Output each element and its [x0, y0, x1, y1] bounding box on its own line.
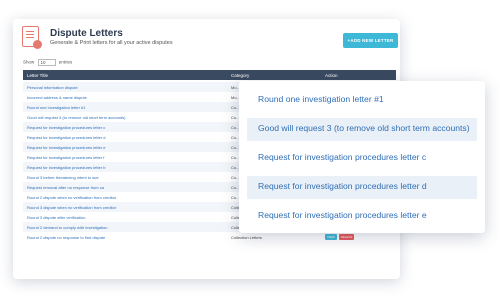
table-header: Letter Title Category Action	[23, 70, 396, 80]
show-entries-control: Show 10 entries	[23, 59, 72, 66]
letter-title-link[interactable]: Request removal after no response from c…	[27, 185, 104, 190]
document-icon	[22, 26, 42, 49]
column-header-title[interactable]: Letter Title	[27, 73, 48, 78]
category-cell: Collection Letters	[231, 234, 262, 240]
show-label: Show	[23, 59, 35, 65]
stage: Dispute Letters Generate & Print letters…	[0, 0, 500, 298]
letter-title-link[interactable]: Request for investigation procedures let…	[27, 125, 105, 130]
zoom-row: Request for investigation procedures let…	[247, 176, 477, 199]
zoom-callout: Round one investigation letter #1 Good wi…	[239, 81, 485, 233]
page-subtitle: Generate & Print letters for all your ac…	[50, 40, 173, 46]
zoom-letter-link[interactable]: Good will request 3 (to remove old short…	[258, 123, 470, 133]
add-new-letter-button[interactable]: +ADD NEW LETTER	[343, 33, 398, 48]
letter-title-link[interactable]: Round 2 dispute when no verification fro…	[27, 195, 116, 200]
zoom-letter-link[interactable]: Request for investigation procedures let…	[258, 181, 427, 191]
entries-label: entries	[58, 59, 73, 65]
zoom-row: Request for investigation procedures let…	[247, 205, 477, 228]
letter-title-link[interactable]: Round 2 demand to comply with investigat…	[27, 225, 108, 230]
page-title: Dispute Letters	[50, 28, 123, 39]
zoom-row: Round one investigation letter #1	[247, 89, 477, 112]
letter-title-link[interactable]: Request for investigation procedures let…	[27, 145, 106, 150]
letter-title-link[interactable]: Request for investigation procedures let…	[27, 165, 106, 170]
zoom-row: Request for investigation procedures let…	[247, 147, 477, 170]
letter-title-link[interactable]: Personal information dispute	[27, 85, 78, 90]
zoom-letter-link[interactable]: Request for investigation procedures let…	[258, 152, 426, 162]
letter-title-link[interactable]: Round 3 dispute when no verification fro…	[27, 205, 116, 210]
column-header-category[interactable]: Category	[231, 73, 249, 78]
table-row: Round 2 dispute no response to first dis…	[23, 232, 396, 242]
entries-select[interactable]: 10	[37, 59, 56, 66]
letter-title-link[interactable]: Round 3 dispute after verification	[27, 215, 85, 220]
letter-title-link[interactable]: Round 3 before threatening intent to sue	[27, 175, 99, 180]
zoom-letter-link[interactable]: Request for investigation procedures let…	[258, 210, 427, 220]
letter-title-link[interactable]: Good will request 3 (to remove old short…	[27, 115, 126, 120]
column-header-action: Action	[325, 72, 338, 78]
letter-title-link[interactable]: Round one investigation letter #1	[27, 105, 85, 110]
letter-title-link[interactable]: Incorrect address & name dispute	[27, 95, 87, 100]
zoom-letter-link[interactable]: Round one investigation letter #1	[258, 94, 384, 104]
view-button[interactable]: VIEW	[325, 234, 337, 240]
letter-title-link[interactable]: Request for investigation procedures let…	[27, 135, 106, 140]
letter-title-link[interactable]: Round 2 dispute no response to first dis…	[27, 235, 105, 240]
zoom-row: Good will request 3 (to remove old short…	[247, 118, 477, 141]
delete-button[interactable]: DELETE	[339, 234, 354, 240]
letter-title-link[interactable]: Request for investigation procedures let…	[27, 155, 104, 160]
